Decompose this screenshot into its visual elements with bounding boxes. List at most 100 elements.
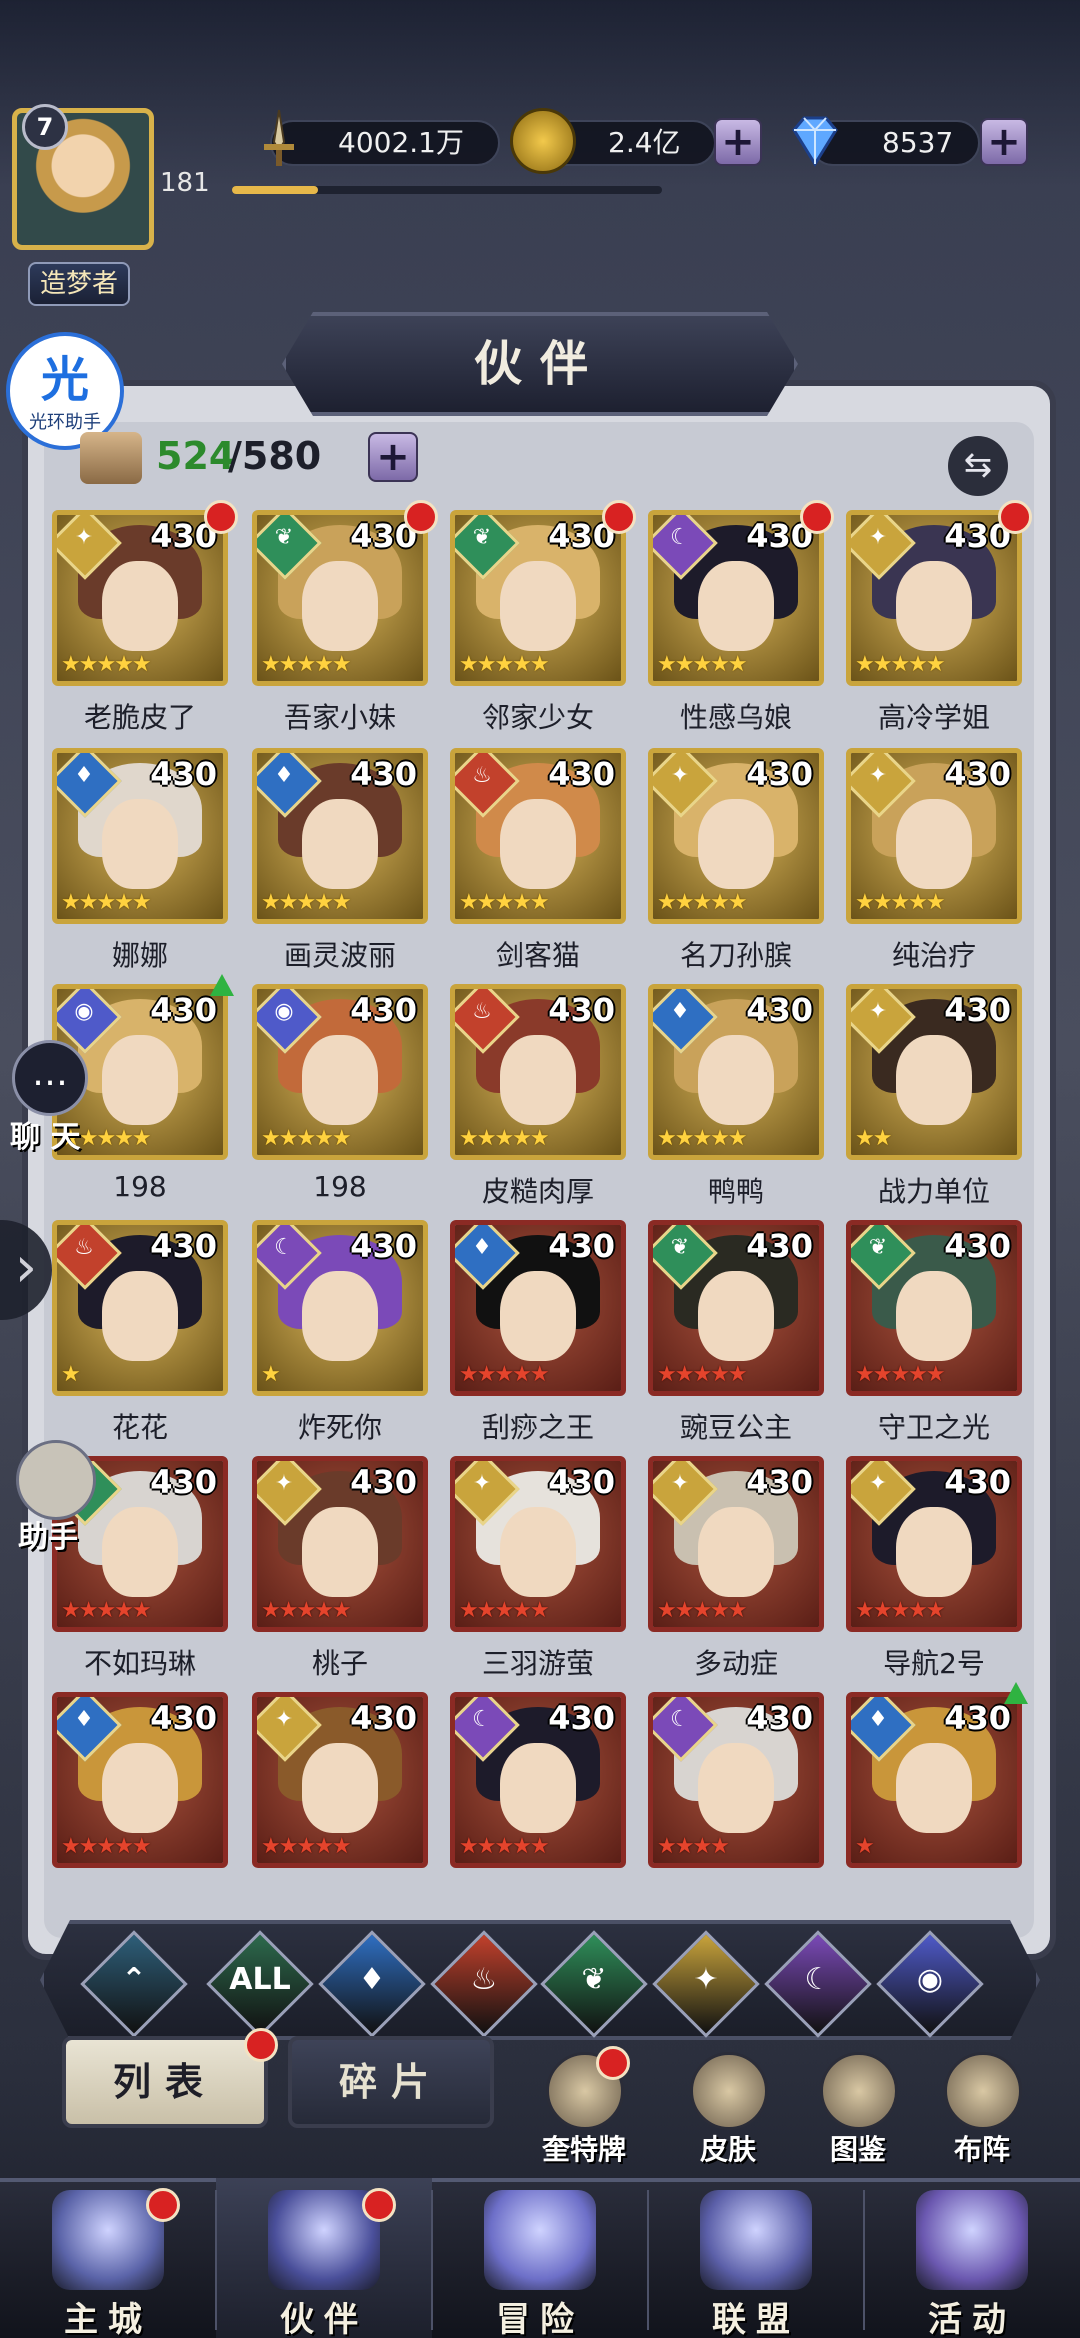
hero-card[interactable]: ♦ 430 ★ — [846, 1682, 1028, 1918]
hero-portrait: ♦ 430 ★★★★★ — [52, 748, 228, 924]
hero-face — [102, 1035, 178, 1126]
helper-button[interactable]: 助手 — [8, 1440, 108, 1555]
hero-stars: ★★★★★ — [657, 1126, 748, 1151]
hero-card[interactable]: ❦ 430 ★★★★★ 吾家小妹 — [252, 500, 438, 736]
element-glyph: ♦ — [868, 1707, 888, 1732]
hero-level: 430 — [150, 1227, 217, 1265]
hero-stars: ★★★★★ — [261, 1598, 352, 1623]
hero-card[interactable]: ☾ 430 ★★★★★ 性感乌娘 — [648, 500, 834, 736]
hero-face — [896, 1743, 972, 1834]
tab-fragments[interactable]: 碎片 — [288, 2036, 494, 2128]
sort-toggle-button[interactable]: ⇆ — [948, 436, 1008, 496]
hero-portrait: ♨ 430 ★★★★★ — [450, 984, 626, 1160]
hero-portrait: ◉ 430 ★★★★★ — [252, 984, 428, 1160]
nav-adventure-label: 冒险 — [496, 2300, 584, 2338]
hero-card[interactable]: ☾ 430 ★★★★ — [648, 1692, 824, 1918]
hero-portrait: ✦ 430 ★★★★★ — [450, 1456, 626, 1632]
nav-events[interactable]: 活动 — [864, 2178, 1080, 2338]
hero-name: 纯治疗 — [891, 939, 976, 972]
hero-name: 桃子 — [311, 1647, 368, 1680]
hero-face — [302, 1271, 378, 1362]
tab-list[interactable]: 列表 — [62, 2028, 278, 2128]
tab-list-badge — [244, 2028, 278, 2062]
element-glyph: ✦ — [868, 1471, 888, 1496]
hero-card[interactable]: ✦ 430 ★★★★★ 老脆皮了 — [52, 500, 238, 736]
hero-face — [500, 1271, 576, 1362]
hero-level: 430 — [350, 1463, 417, 1501]
hero-card[interactable]: ✦ 430 ★★★★★ 高冷学姐 — [846, 500, 1032, 736]
hero-card[interactable]: ✦ 430 ★★★★★ 名刀孙膑 — [648, 748, 824, 974]
element-glyph: ☾ — [472, 1707, 492, 1732]
hero-portrait: ✦ 430 ★★★★★ — [846, 510, 1022, 686]
expand-capacity-button[interactable]: + — [368, 432, 418, 482]
hero-name: 皮糙肉厚 — [481, 1175, 594, 1208]
chat-bubble-icon: … — [12, 1040, 88, 1116]
chat-button[interactable]: … 聊 天 — [0, 1040, 100, 1155]
hero-portrait: ☾ 430 ★★★★ — [648, 1692, 824, 1868]
hero-card[interactable]: ✦ 430 ★★★★★ 三羽游萤 — [450, 1456, 626, 1682]
hero-card[interactable]: ♦ 430 ★★★★★ 刮痧之王 — [450, 1220, 626, 1446]
hero-face — [698, 799, 774, 890]
hero-face — [896, 561, 972, 652]
hero-card[interactable]: ♦ 430 ★★★★★ — [52, 1692, 228, 1918]
hero-face — [102, 1507, 178, 1598]
hero-card[interactable]: ✦ 430 ★★★★★ 纯治疗 — [846, 748, 1022, 974]
hero-card[interactable]: ❦ 430 ★★★★★ 守卫之光 — [846, 1220, 1022, 1446]
hero-stars: ★★★★★ — [459, 652, 550, 677]
skins-button[interactable]: 皮肤 — [668, 2052, 788, 2172]
hero-stars: ★ — [855, 1834, 875, 1859]
hero-card[interactable]: ✦ 430 ★★ 战力单位 — [846, 984, 1022, 1210]
hero-level: 430 — [150, 1699, 217, 1737]
nav-partners[interactable]: 伙伴 — [216, 2178, 432, 2338]
nav-divider — [431, 2190, 433, 2330]
hero-name: 198 — [113, 1170, 167, 1203]
nav-divider — [215, 2190, 217, 2330]
formation-button[interactable]: 布阵 — [922, 2052, 1042, 2172]
tarot-button[interactable]: 奎特牌 — [524, 2046, 644, 2172]
add-diamond-button[interactable]: + — [980, 118, 1028, 166]
hero-card[interactable]: ♨ 430 ★★★★★ 皮糙肉厚 — [450, 984, 626, 1210]
hero-portrait: ♨ 430 ★ — [52, 1220, 228, 1396]
hero-card[interactable]: ✦ 430 ★★★★★ 桃子 — [252, 1456, 428, 1682]
hero-card[interactable]: ✦ 430 ★★★★★ — [252, 1692, 428, 1918]
hero-card[interactable]: ♨ 430 ★★★★★ 剑客猫 — [450, 748, 626, 974]
hero-name: 邻家少女 — [481, 701, 594, 734]
hero-card[interactable]: ◉ 430 ★★★★★ 198 — [252, 984, 428, 1210]
hero-card[interactable]: ❦ 430 ★★★★★ 邻家少女 — [450, 500, 636, 736]
hero-level: 430 — [350, 1227, 417, 1265]
hero-card[interactable]: ✦ 430 ★★★★★ 多动症 — [648, 1456, 824, 1682]
hero-name: 高冷学姐 — [877, 701, 990, 734]
hero-card[interactable]: ♦ 430 ★★★★★ 画灵波丽 — [252, 748, 428, 974]
hero-stars: ★★★★★ — [855, 890, 946, 915]
nav-city[interactable]: 主城 — [0, 2178, 216, 2338]
hero-card[interactable]: ♦ 430 ★★★★★ 鸭鸭 — [648, 984, 824, 1210]
nav-city-label: 主城 — [64, 2300, 152, 2338]
nav-alliance[interactable]: 联盟 — [648, 2178, 864, 2338]
hero-card[interactable]: ✦ 430 ★★★★★ 导航2号 — [846, 1456, 1022, 1682]
hero-card[interactable]: ❦ 430 ★★★★★ 豌豆公主 — [648, 1220, 824, 1446]
hero-stars: ★★★★★ — [657, 1362, 748, 1387]
codex-button[interactable]: 图鉴 — [798, 2052, 918, 2172]
halo-assistant-logo: 光 — [40, 352, 89, 408]
hero-card[interactable]: ☾ 430 ★ 炸死你 — [252, 1220, 428, 1446]
hero-stars: ★ — [61, 1362, 81, 1387]
element-glyph: ✦ — [74, 525, 94, 550]
element-glyph: ✦ — [868, 525, 888, 550]
hero-face — [500, 1035, 576, 1126]
hero-face — [102, 799, 178, 890]
nav-adventure[interactable]: 冒险 — [432, 2178, 648, 2338]
hero-card[interactable]: ♦ 430 ★★★★★ 娜娜 — [52, 748, 228, 974]
hero-level: 430 — [350, 1699, 417, 1737]
hero-name: 不如玛琳 — [83, 1647, 196, 1680]
filter-dark-icon: ☾ — [804, 1962, 832, 1997]
hero-stars: ★★ — [855, 1126, 892, 1151]
hero-card[interactable]: ☾ 430 ★★★★★ — [450, 1692, 626, 1918]
hero-portrait: ☾ 430 ★ — [252, 1220, 428, 1396]
hero-portrait: ✦ 430 ★★★★★ — [252, 1692, 428, 1868]
sword-icon — [246, 106, 312, 172]
power-value: 4002.1万 — [338, 126, 464, 159]
hero-card[interactable]: ♨ 430 ★ 花花 — [52, 1220, 228, 1446]
hero-stars: ★★★★★ — [657, 652, 748, 677]
hero-face — [102, 1271, 178, 1362]
add-gold-button[interactable]: + — [714, 118, 762, 166]
